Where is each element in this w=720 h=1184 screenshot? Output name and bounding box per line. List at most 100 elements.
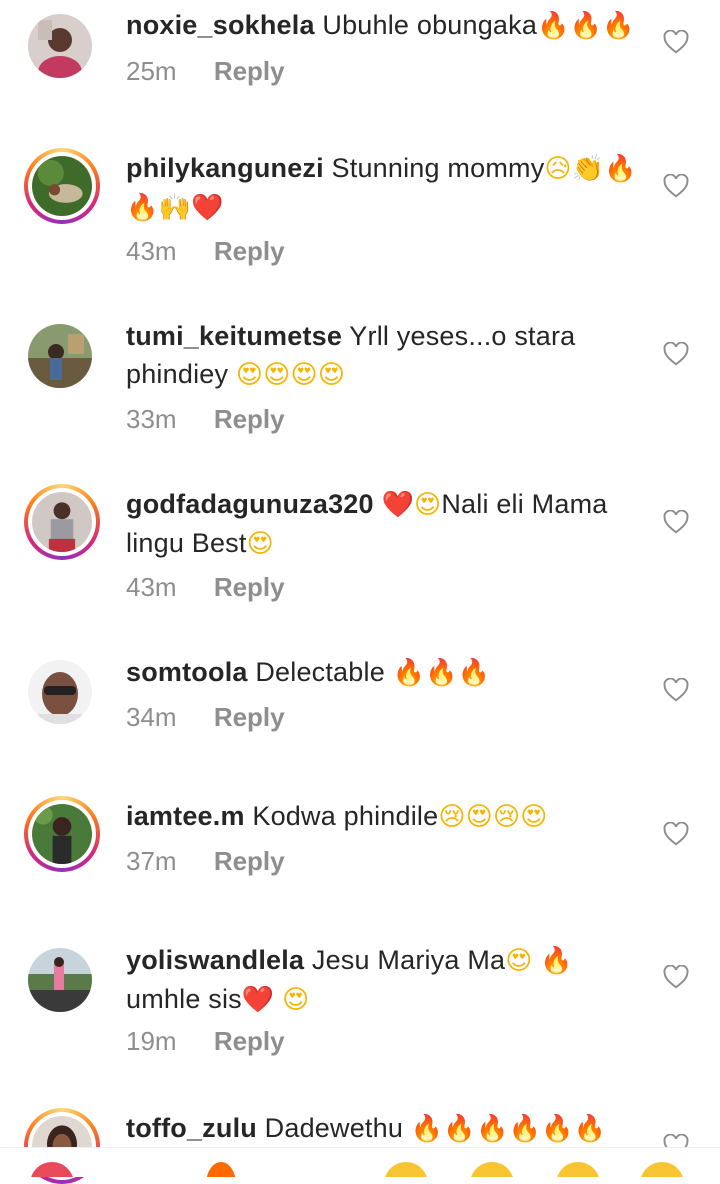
heart-outline-icon[interactable] xyxy=(663,965,689,989)
heart-outline-icon[interactable] xyxy=(663,30,689,54)
avatar[interactable] xyxy=(24,944,100,1020)
avatar-image xyxy=(32,156,92,216)
comment-timestamp: 43m xyxy=(126,572,177,602)
fire-emoji: 🔥 xyxy=(126,193,159,223)
fire-emoji: 🔥 xyxy=(537,11,570,41)
comment-meta: 37m Reply xyxy=(126,846,285,877)
reply-button[interactable]: Reply xyxy=(214,56,285,86)
reply-button[interactable]: Reply xyxy=(214,1026,285,1056)
quick-emoji-button[interactable] xyxy=(384,1162,428,1177)
comment-body-continued: umhle sis xyxy=(126,984,242,1014)
comment-meta: 43m Reply xyxy=(126,572,285,603)
heart-eyes-emoji: 😍 xyxy=(282,985,310,1015)
heart-eyes-emoji: 😍 xyxy=(520,802,548,832)
avatar[interactable] xyxy=(24,10,100,86)
heart-outline-icon[interactable] xyxy=(663,342,689,366)
raised-hands-emoji: 🙌 xyxy=(158,193,192,223)
comment-timestamp: 37m xyxy=(126,846,177,876)
comment-username[interactable]: toffo_zulu xyxy=(126,1113,257,1143)
comment-body: Kodwa phindile xyxy=(252,801,439,831)
avatar-image xyxy=(28,324,92,388)
reply-button[interactable]: Reply xyxy=(214,404,285,434)
comment-username[interactable]: iamtee.m xyxy=(126,801,245,831)
heart-eyes-emoji: 😍 xyxy=(317,360,346,390)
reply-button[interactable]: Reply xyxy=(214,572,285,602)
heart-eyes-emoji: 😍 xyxy=(465,802,493,832)
avatar-image xyxy=(28,660,92,724)
comment-body: Dadewethu xyxy=(264,1113,404,1143)
comment-username[interactable]: noxie_sokhela xyxy=(126,10,315,40)
heart-outline-icon[interactable] xyxy=(663,510,689,534)
comment-username[interactable]: somtoola xyxy=(126,657,248,687)
comment-text: yoliswandlela Jesu Mariya Ma😍 🔥 umhle sis… xyxy=(126,941,646,1019)
avatar[interactable] xyxy=(24,148,100,224)
avatar-ring-gap xyxy=(28,488,96,556)
sad-emoji: 😥 xyxy=(544,154,572,184)
heart-outline-icon[interactable] xyxy=(663,678,689,702)
heart-eyes-emoji: 😍 xyxy=(246,529,274,559)
red-heart-emoji: ❤️ xyxy=(241,985,275,1015)
fire-emoji: 🔥 xyxy=(410,1114,444,1144)
comment-timestamp: 34m xyxy=(126,702,177,732)
comment-timestamp: 33m xyxy=(126,404,177,434)
comment-text: philykangunezi Stunning mommy😥👏🔥🔥🙌❤️ xyxy=(126,149,646,227)
fire-emoji: 🔥 xyxy=(425,658,458,688)
fire-emoji: 🔥 xyxy=(443,1114,476,1144)
avatar-ring-gap xyxy=(28,800,96,868)
avatar-ring-gap xyxy=(28,152,96,220)
avatar-image xyxy=(32,492,92,552)
avatar-image xyxy=(28,948,92,1012)
comment-text: toffo_zulu Dadewethu 🔥🔥🔥🔥🔥🔥 xyxy=(126,1109,646,1148)
heart-eyes-emoji: 😍 xyxy=(263,360,291,390)
comment-text: iamtee.m Kodwa phindile😢😍😢😍 xyxy=(126,797,646,836)
crying-emoji: 😢 xyxy=(492,802,521,832)
comment-timestamp: 19m xyxy=(126,1026,177,1056)
avatar-image xyxy=(32,804,92,864)
fire-emoji: 🔥 xyxy=(508,1114,542,1144)
reply-button[interactable]: Reply xyxy=(214,846,285,876)
quick-emoji-button[interactable] xyxy=(640,1162,684,1177)
heart-outline-icon[interactable] xyxy=(663,174,689,198)
comment-timestamp: 25m xyxy=(126,56,177,86)
comment-meta: 34m Reply xyxy=(126,702,285,733)
fire-emoji: 🔥 xyxy=(602,11,635,41)
fire-emoji: 🔥 xyxy=(392,658,426,688)
quick-emoji-button[interactable] xyxy=(556,1162,600,1177)
comment-username[interactable]: yoliswandlela xyxy=(126,945,304,975)
reply-button[interactable]: Reply xyxy=(214,702,285,732)
comment-text: somtoola Delectable 🔥🔥🔥 xyxy=(126,653,646,692)
avatar-image xyxy=(28,14,92,78)
heart-eyes-emoji: 😍 xyxy=(290,360,318,390)
fire-emoji: 🔥 xyxy=(569,11,603,41)
comment-meta: 19m Reply xyxy=(126,1026,285,1057)
comment-username[interactable]: godfadagunuza320 xyxy=(126,489,374,519)
comment-body: Delectable xyxy=(255,657,385,687)
comment-text: noxie_sokhela Ubuhle obungaka🔥🔥🔥 xyxy=(126,6,646,45)
comment-body: Stunning mommy xyxy=(331,153,545,183)
quick-emoji-button[interactable] xyxy=(206,1162,236,1177)
heart-outline-icon[interactable] xyxy=(663,822,689,846)
comment-username[interactable]: tumi_keitumetse xyxy=(126,321,342,351)
comment-username[interactable]: philykangunezi xyxy=(126,153,324,183)
crying-emoji: 😢 xyxy=(438,802,466,832)
quick-emoji-button[interactable] xyxy=(470,1162,514,1177)
fire-emoji: 🔥 xyxy=(573,1114,607,1144)
fire-emoji: 🔥 xyxy=(604,154,637,184)
avatar[interactable] xyxy=(24,656,100,732)
comment-text: tumi_keitumetse Yrll yeses...o stara phi… xyxy=(126,317,646,394)
fire-emoji: 🔥 xyxy=(457,658,491,688)
quick-emoji-button[interactable] xyxy=(30,1162,74,1177)
fire-emoji: 🔥 xyxy=(540,946,573,976)
comment-meta: 43m Reply xyxy=(126,236,285,267)
heart-eyes-emoji: 😍 xyxy=(414,490,442,520)
avatar[interactable] xyxy=(24,796,100,872)
avatar[interactable] xyxy=(24,484,100,560)
comment-body: Ubuhle obungaka xyxy=(322,10,538,40)
reply-button[interactable]: Reply xyxy=(214,236,285,266)
comment-meta: 33m Reply xyxy=(126,404,285,435)
avatar[interactable] xyxy=(24,320,100,396)
quick-reaction-bar xyxy=(0,1147,720,1177)
comment-text: godfadagunuza320 ❤️😍Nali eli Mama lingu … xyxy=(126,485,646,563)
fire-emoji: 🔥 xyxy=(541,1114,574,1144)
heart-eyes-emoji: 😍 xyxy=(235,360,264,390)
